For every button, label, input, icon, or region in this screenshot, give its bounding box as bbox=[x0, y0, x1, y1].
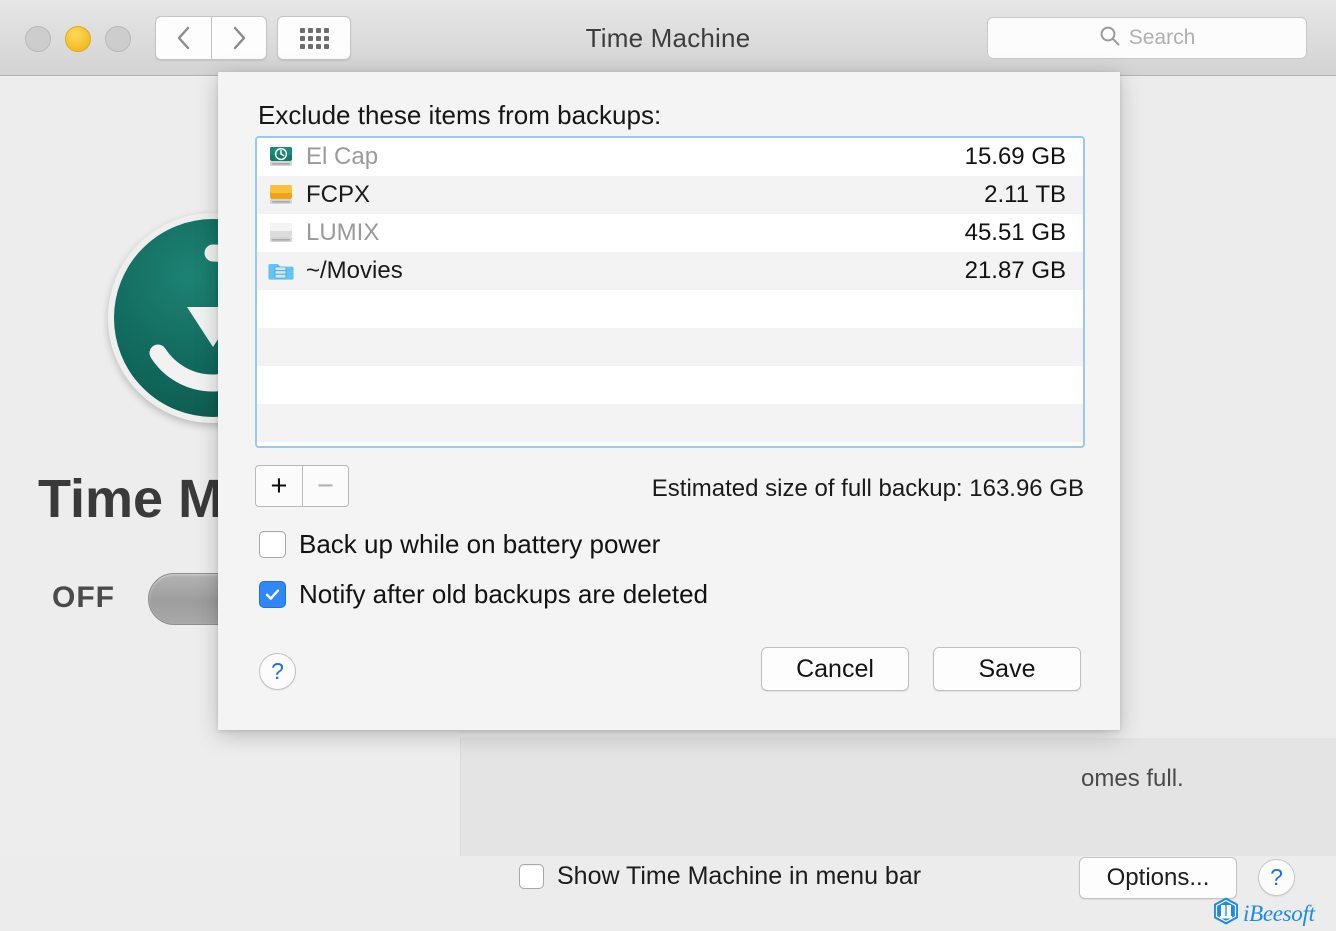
background-description-text: omes full. bbox=[1081, 765, 1184, 792]
background-lower-right-area bbox=[461, 738, 1336, 856]
search-input-placeholder: Search bbox=[1128, 26, 1196, 49]
table-cell-name: FCPX bbox=[306, 181, 371, 208]
checkmark-icon bbox=[265, 589, 280, 600]
table-row[interactable]: ~/Movies 21.87 GB bbox=[257, 252, 1083, 290]
help-button-sheet[interactable]: ? bbox=[259, 653, 296, 690]
battery-backup-option-row[interactable]: Back up while on battery power bbox=[259, 529, 660, 560]
table-row[interactable]: El Cap 15.69 GB bbox=[257, 138, 1083, 176]
add-exclusion-button[interactable]: + bbox=[255, 465, 302, 507]
empty-list-row bbox=[257, 328, 1083, 366]
estimated-backup-size-label: Estimated size of full backup: 163.96 GB bbox=[651, 475, 1084, 502]
table-cell-size: 21.87 GB bbox=[964, 257, 1066, 284]
help-button-background[interactable]: ? bbox=[1258, 859, 1295, 896]
battery-backup-checkbox[interactable] bbox=[259, 531, 286, 558]
show-in-menu-bar-checkbox[interactable] bbox=[519, 864, 544, 889]
table-cell-size: 2.11 TB bbox=[984, 181, 1066, 208]
window-title-bar: Time Machine Search bbox=[0, 0, 1336, 76]
remove-exclusion-button[interactable]: − bbox=[302, 465, 349, 507]
notify-deleted-checkbox[interactable] bbox=[259, 581, 286, 608]
notify-deleted-label: Notify after old backups are deleted bbox=[299, 579, 709, 609]
search-field[interactable]: Search bbox=[987, 17, 1307, 59]
time-machine-power-state-label: OFF bbox=[52, 581, 115, 614]
time-machine-disk-icon bbox=[266, 142, 296, 172]
add-remove-button-group[interactable]: + − bbox=[255, 465, 349, 507]
movies-folder-icon bbox=[266, 256, 296, 286]
exclusion-list[interactable]: El Cap 15.69 GB FCPX 2.11 TB LUMIX 45.51… bbox=[255, 136, 1085, 448]
table-cell-size: 45.51 GB bbox=[964, 219, 1066, 246]
ibeesoft-watermark-text: iBeesoft bbox=[1243, 900, 1315, 926]
save-button[interactable]: Save bbox=[933, 647, 1081, 691]
table-row[interactable]: FCPX 2.11 TB bbox=[257, 176, 1083, 214]
cancel-button[interactable]: Cancel bbox=[761, 647, 909, 691]
search-icon bbox=[1099, 25, 1121, 52]
exclude-items-sheet: Exclude these items from backups: El Cap… bbox=[218, 72, 1120, 730]
empty-list-row bbox=[257, 290, 1083, 328]
gray-disk-icon bbox=[266, 218, 296, 248]
notify-deleted-option-row[interactable]: Notify after old backups are deleted bbox=[259, 579, 708, 610]
show-in-menu-bar-row[interactable]: Show Time Machine in menu bar bbox=[519, 862, 921, 891]
table-cell-size: 15.69 GB bbox=[964, 143, 1066, 170]
ibeesoft-watermark: iBeesoft bbox=[1211, 896, 1315, 931]
page-title: Time M bbox=[38, 469, 224, 529]
show-in-menu-bar-label: Show Time Machine in menu bar bbox=[557, 862, 922, 890]
table-cell-name: LUMIX bbox=[306, 219, 380, 246]
background-vertical-divider bbox=[460, 738, 461, 856]
battery-backup-label: Back up while on battery power bbox=[299, 529, 661, 559]
table-cell-name: El Cap bbox=[306, 143, 379, 170]
orange-disk-icon bbox=[266, 180, 296, 210]
ibeesoft-logo-icon bbox=[1211, 896, 1241, 931]
table-row[interactable]: LUMIX 45.51 GB bbox=[257, 214, 1083, 252]
sheet-title: Exclude these items from backups: bbox=[258, 100, 662, 130]
empty-list-row bbox=[257, 404, 1083, 442]
empty-list-row bbox=[257, 366, 1083, 404]
options-button[interactable]: Options... bbox=[1079, 857, 1237, 899]
table-cell-name: ~/Movies bbox=[306, 257, 403, 284]
